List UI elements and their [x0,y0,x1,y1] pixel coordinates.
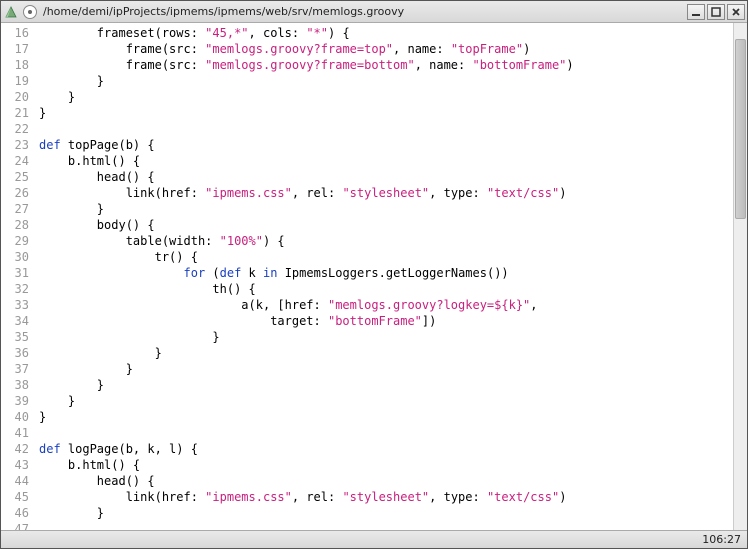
code-line[interactable] [39,521,733,530]
line-number: 24 [1,153,29,169]
line-number: 17 [1,41,29,57]
code-line[interactable]: } [39,409,733,425]
line-number: 22 [1,121,29,137]
code-line[interactable]: link(href: "ipmems.css", rel: "styleshee… [39,489,733,505]
code-line[interactable]: def topPage(b) { [39,137,733,153]
line-number: 16 [1,25,29,41]
scrollbar-thumb[interactable] [735,39,746,219]
line-number: 44 [1,473,29,489]
app-icon [3,4,19,20]
code-line[interactable]: link(href: "ipmems.css", rel: "styleshee… [39,185,733,201]
code-line[interactable]: } [39,329,733,345]
code-line[interactable]: } [39,201,733,217]
line-number: 39 [1,393,29,409]
line-number: 28 [1,217,29,233]
line-number: 30 [1,249,29,265]
line-number-gutter: 1617181920212223242526272829303132333435… [1,23,35,530]
editor-area: 1617181920212223242526272829303132333435… [1,23,747,530]
line-number: 26 [1,185,29,201]
code-line[interactable]: frameset(rows: "45,*", cols: "*") { [39,25,733,41]
line-number: 35 [1,329,29,345]
window-title: /home/demi/ipProjects/ipmems/ipmems/web/… [43,5,404,18]
code-line[interactable]: def logPage(b, k, l) { [39,441,733,457]
code-line[interactable] [39,425,733,441]
code-line[interactable]: target: "bottomFrame"]) [39,313,733,329]
line-number: 43 [1,457,29,473]
code-line[interactable]: } [39,73,733,89]
line-number: 45 [1,489,29,505]
line-number: 33 [1,297,29,313]
line-number: 25 [1,169,29,185]
code-line[interactable]: tr() { [39,249,733,265]
code-line[interactable]: b.html() { [39,457,733,473]
code-view[interactable]: frameset(rows: "45,*", cols: "*") { fram… [35,23,733,530]
minimize-button[interactable] [687,4,705,20]
line-number: 32 [1,281,29,297]
minimize-icon [691,7,701,17]
maximize-button[interactable] [707,4,725,20]
line-number: 47 [1,521,29,530]
close-button[interactable] [727,4,745,20]
vertical-scrollbar[interactable] [733,23,747,530]
code-line[interactable]: } [39,89,733,105]
code-line[interactable]: b.html() { [39,153,733,169]
line-number: 31 [1,265,29,281]
line-number: 34 [1,313,29,329]
code-line[interactable]: } [39,505,733,521]
line-number: 27 [1,201,29,217]
code-line[interactable]: } [39,345,733,361]
line-number: 46 [1,505,29,521]
line-number: 21 [1,105,29,121]
line-number: 41 [1,425,29,441]
line-number: 23 [1,137,29,153]
editor-window: /home/demi/ipProjects/ipmems/ipmems/web/… [0,0,748,549]
code-line[interactable]: for (def k in IpmemsLoggers.getLoggerNam… [39,265,733,281]
code-line[interactable]: } [39,361,733,377]
line-number: 18 [1,57,29,73]
code-line[interactable]: table(width: "100%") { [39,233,733,249]
code-line[interactable]: a(k, [href: "memlogs.groovy?logkey=${k}"… [39,297,733,313]
code-line[interactable]: } [39,377,733,393]
code-line[interactable]: head() { [39,169,733,185]
line-number: 19 [1,73,29,89]
code-line[interactable] [39,121,733,137]
line-number: 40 [1,409,29,425]
document-icon [23,5,37,19]
code-line[interactable]: body() { [39,217,733,233]
line-number: 38 [1,377,29,393]
cursor-position: 106:27 [702,533,741,546]
line-number: 29 [1,233,29,249]
code-line[interactable]: } [39,105,733,121]
line-number: 42 [1,441,29,457]
code-line[interactable]: frame(src: "memlogs.groovy?frame=bottom"… [39,57,733,73]
line-number: 37 [1,361,29,377]
line-number: 20 [1,89,29,105]
close-icon [731,7,741,17]
code-line[interactable]: frame(src: "memlogs.groovy?frame=top", n… [39,41,733,57]
titlebar[interactable]: /home/demi/ipProjects/ipmems/ipmems/web/… [1,1,747,23]
line-number: 36 [1,345,29,361]
code-line[interactable]: head() { [39,473,733,489]
statusbar: 106:27 [1,530,747,548]
maximize-icon [711,7,721,17]
code-line[interactable]: } [39,393,733,409]
code-line[interactable]: th() { [39,281,733,297]
